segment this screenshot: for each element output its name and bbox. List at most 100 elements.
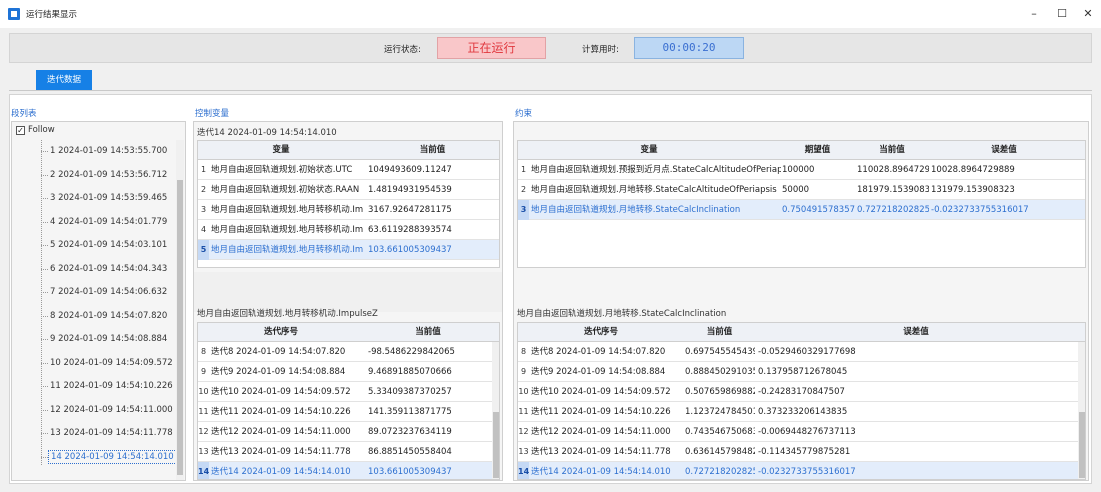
row-index: 10 — [198, 387, 209, 396]
table-row[interactable]: 1 地月自由返回轨道规划.初始状态.UTC 1049493609.11247 — [198, 160, 499, 180]
segment-list-item[interactable]: 6 2024-01-09 14:54:04.343 — [50, 264, 167, 274]
time-label: 计算用时: — [582, 45, 619, 55]
tree-connector — [41, 456, 48, 458]
table-row[interactable]: 10 迭代10 2024-01-09 14:54:09.572 5.33409387… — [198, 382, 492, 402]
segment-list-item[interactable]: 3 2024-01-09 14:53:59.465 — [50, 193, 167, 203]
segment-list-item[interactable]: 8 2024-01-09 14:54:07.820 — [50, 311, 167, 321]
table-row[interactable]: 3 地月自由返回轨道规划.月地转移.StateCalcInclination 0.7… — [518, 200, 1085, 220]
tree-connector — [41, 433, 48, 434]
cell-iteration: 迭代8 2024-01-09 14:54:07.820 — [211, 347, 346, 357]
cell-history-value: 9.46891885070666 — [368, 367, 452, 377]
follow-checkbox[interactable]: ✓ — [16, 126, 25, 135]
segment-list-scroll-thumb[interactable] — [177, 180, 183, 475]
maximize-button[interactable]: ☐ — [1048, 0, 1076, 28]
cell-c-iteration: 迭代10 2024-01-09 14:54:09.572 — [531, 387, 671, 397]
cell-c-hist-value: 0.74354675068385 — [685, 427, 755, 437]
cell-history-value: 5.33409387370257 — [368, 387, 452, 397]
cell-iteration: 迭代14 2024-01-09 14:54:14.010 — [211, 467, 351, 477]
row-index: 9 — [200, 367, 207, 376]
segment-list-item[interactable]: 11 2024-01-09 14:54:10.226 — [50, 381, 173, 391]
segment-list-item[interactable]: 12 2024-01-09 14:54:11.000 — [50, 405, 173, 415]
close-button[interactable]: ✕ — [1074, 0, 1101, 28]
row-index: 8 — [520, 347, 527, 356]
constraint-panel: 变量 期望值 当前值 误差值 1 地月自由返回轨道规划.预报到近月点.StateC… — [513, 121, 1089, 481]
table-row[interactable]: 5地月自由返回轨道规划.地月转移机动.ImpulseZ 103.661005309… — [198, 240, 499, 260]
col-header-c-variable: 变量 — [640, 145, 658, 155]
table-row[interactable]: 4 地月自由返回轨道规划.地月转移机动.ImpulseY 63.6119288393… — [198, 220, 499, 240]
cell-c-error: 131979.153908323 — [931, 185, 1015, 195]
cell-c-current: 181979.153908323 — [857, 185, 929, 195]
table-row[interactable]: 9 迭代9 2024-01-09 14:54:08.884 0.8884502910… — [518, 362, 1078, 382]
cell-variable: 地月自由返回轨道规划.地月转移机动.ImpulseZ — [211, 245, 363, 255]
cell-iteration: 迭代13 2024-01-09 14:54:11.778 — [211, 447, 351, 457]
table-row[interactable]: 14 迭代14 2024-01-09 14:54:14.010 0.72721820… — [518, 462, 1078, 479]
cell-c-current: 0.72721820282596 — [857, 205, 929, 215]
constraint-history-table: 迭代序号 当前值 误差值 8 迭代8 2024-01-09 14:54:07.82… — [517, 322, 1086, 480]
control-history-scrollbar[interactable] — [492, 342, 499, 479]
table-row[interactable]: 2 地月自由返回轨道规划.月地转移.StateCalcAltitudeOfPeri… — [518, 180, 1085, 200]
segment-list-item[interactable]: 10 2024-01-09 14:54:09.572 — [50, 358, 173, 368]
row-index: 13 — [198, 447, 209, 456]
control-history-table: 迭代序号 当前值 8 迭代8 2024-01-09 14:54:07.820 -98… — [197, 322, 500, 480]
cell-c-hist-error: -0.0529460329177698 — [758, 347, 856, 357]
row-index: 12 — [518, 427, 529, 436]
control-table-header: 变量 当前值 — [198, 141, 499, 160]
cell-variable: 地月自由返回轨道规划.地月转移机动.ImpulseY — [211, 225, 363, 235]
row-index: 14 — [198, 462, 209, 479]
cell-c-hist-error: -0.114345779875281 — [758, 447, 851, 457]
table-row[interactable]: 8 迭代8 2024-01-09 14:54:07.820 0.6975455454… — [518, 342, 1078, 362]
segment-list-item[interactable]: 5 2024-01-09 14:54:03.101 — [50, 240, 167, 250]
col-header-c-error: 误差值 — [991, 145, 1017, 155]
tab-iteration-data[interactable]: 迭代数据 — [36, 70, 92, 90]
cell-c-iteration: 迭代13 2024-01-09 14:54:11.778 — [531, 447, 671, 457]
segment-list-item[interactable]: 9 2024-01-09 14:54:08.884 — [50, 334, 167, 344]
row-index: 1 — [520, 165, 527, 174]
cell-c-iteration: 迭代11 2024-01-09 14:54:10.226 — [531, 407, 671, 417]
table-row[interactable]: 1 地月自由返回轨道规划.预报到近月点.StateCalcAltitudeOfPe… — [518, 160, 1085, 180]
control-history-header: 迭代序号 当前值 — [198, 323, 499, 342]
table-row[interactable]: 8 迭代8 2024-01-09 14:54:07.820 -98.54862298… — [198, 342, 492, 362]
cell-c-hist-value: 1.1237247845014 — [685, 407, 755, 417]
cell-c-error: 10028.8964729889 — [931, 165, 1015, 175]
row-index: 5 — [198, 240, 209, 260]
table-row[interactable]: 12 迭代12 2024-01-09 14:54:11.000 0.74354675… — [518, 422, 1078, 442]
segment-list-item[interactable]: 14 2024-01-09 14:54:14.010 — [48, 449, 177, 464]
table-row[interactable]: 13 迭代13 2024-01-09 14:54:11.778 86.8851450… — [198, 442, 492, 462]
table-row[interactable]: 2 地月自由返回轨道规划.初始状态.RAAN 1.48194931954539 — [198, 180, 499, 200]
tree-connector — [41, 174, 48, 176]
control-subtitle: 迭代14 2024-01-09 14:54:14.010 — [197, 128, 337, 138]
control-title: 控制变量 — [195, 109, 230, 119]
table-row[interactable]: 14 迭代14 2024-01-09 14:54:14.010 103.661005… — [198, 462, 492, 479]
table-row[interactable]: 11 迭代11 2024-01-09 14:54:10.226 1.12372478… — [518, 402, 1078, 422]
constraint-history-scroll-thumb[interactable] — [1079, 412, 1085, 478]
minimize-button[interactable]: – — [1020, 0, 1048, 28]
row-index: 2 — [200, 185, 207, 194]
table-row[interactable]: 12 迭代12 2024-01-09 14:54:11.000 89.0723237… — [198, 422, 492, 442]
tree-connector — [41, 221, 48, 223]
cell-current-value: 103.661005309437 — [368, 245, 452, 255]
cell-current-value: 1049493609.11247 — [368, 165, 452, 175]
table-row[interactable]: 3 地月自由返回轨道规划.地月转移机动.ImpulseX 3167.92647281… — [198, 200, 499, 220]
segment-list-item[interactable]: 13 2024-01-09 14:54:11.778 — [50, 428, 173, 438]
col-header-current-value: 当前值 — [419, 145, 446, 155]
segment-list-item[interactable]: 4 2024-01-09 14:54:01.779 — [50, 217, 167, 227]
segment-list-item[interactable]: 7 2024-01-09 14:54:06.632 — [50, 287, 167, 297]
segment-list-item[interactable]: 1 2024-01-09 14:53:55.700 — [50, 146, 167, 156]
table-row[interactable]: 10 迭代10 2024-01-09 14:54:09.572 0.50765986… — [518, 382, 1078, 402]
control-history-scroll-thumb[interactable] — [493, 412, 499, 478]
status-bar: 运行状态: 正在运行 计算用时: 00:00:20 — [9, 33, 1092, 63]
segment-list-item[interactable]: 2 2024-01-09 14:53:56.712 — [50, 170, 167, 180]
constraint-history-scrollbar[interactable] — [1078, 342, 1085, 479]
cell-c-hist-value: 0.72721820282596 — [685, 467, 755, 477]
row-index: 8 — [200, 347, 207, 356]
cell-current-value: 3167.92647281175 — [368, 205, 452, 215]
table-row[interactable]: 11 迭代11 2024-01-09 14:54:10.226 141.359113… — [198, 402, 492, 422]
col-header-c-iteration: 迭代序号 — [583, 327, 618, 337]
tree-connector — [41, 198, 48, 199]
table-row[interactable]: 9 迭代9 2024-01-09 14:54:08.884 9.4689188507… — [198, 362, 492, 382]
control-history-title: 地月自由返回轨道规划.地月转移机动.ImpulseZ — [197, 309, 378, 319]
table-row[interactable]: 13 迭代13 2024-01-09 14:54:11.778 0.63614579… — [518, 442, 1078, 462]
segment-list-scrollbar[interactable] — [176, 140, 184, 480]
cell-c-variable: 地月自由返回轨道规划.月地转移.StateCalcInclination — [531, 205, 741, 215]
cell-current-value: 1.48194931954539 — [368, 185, 452, 195]
